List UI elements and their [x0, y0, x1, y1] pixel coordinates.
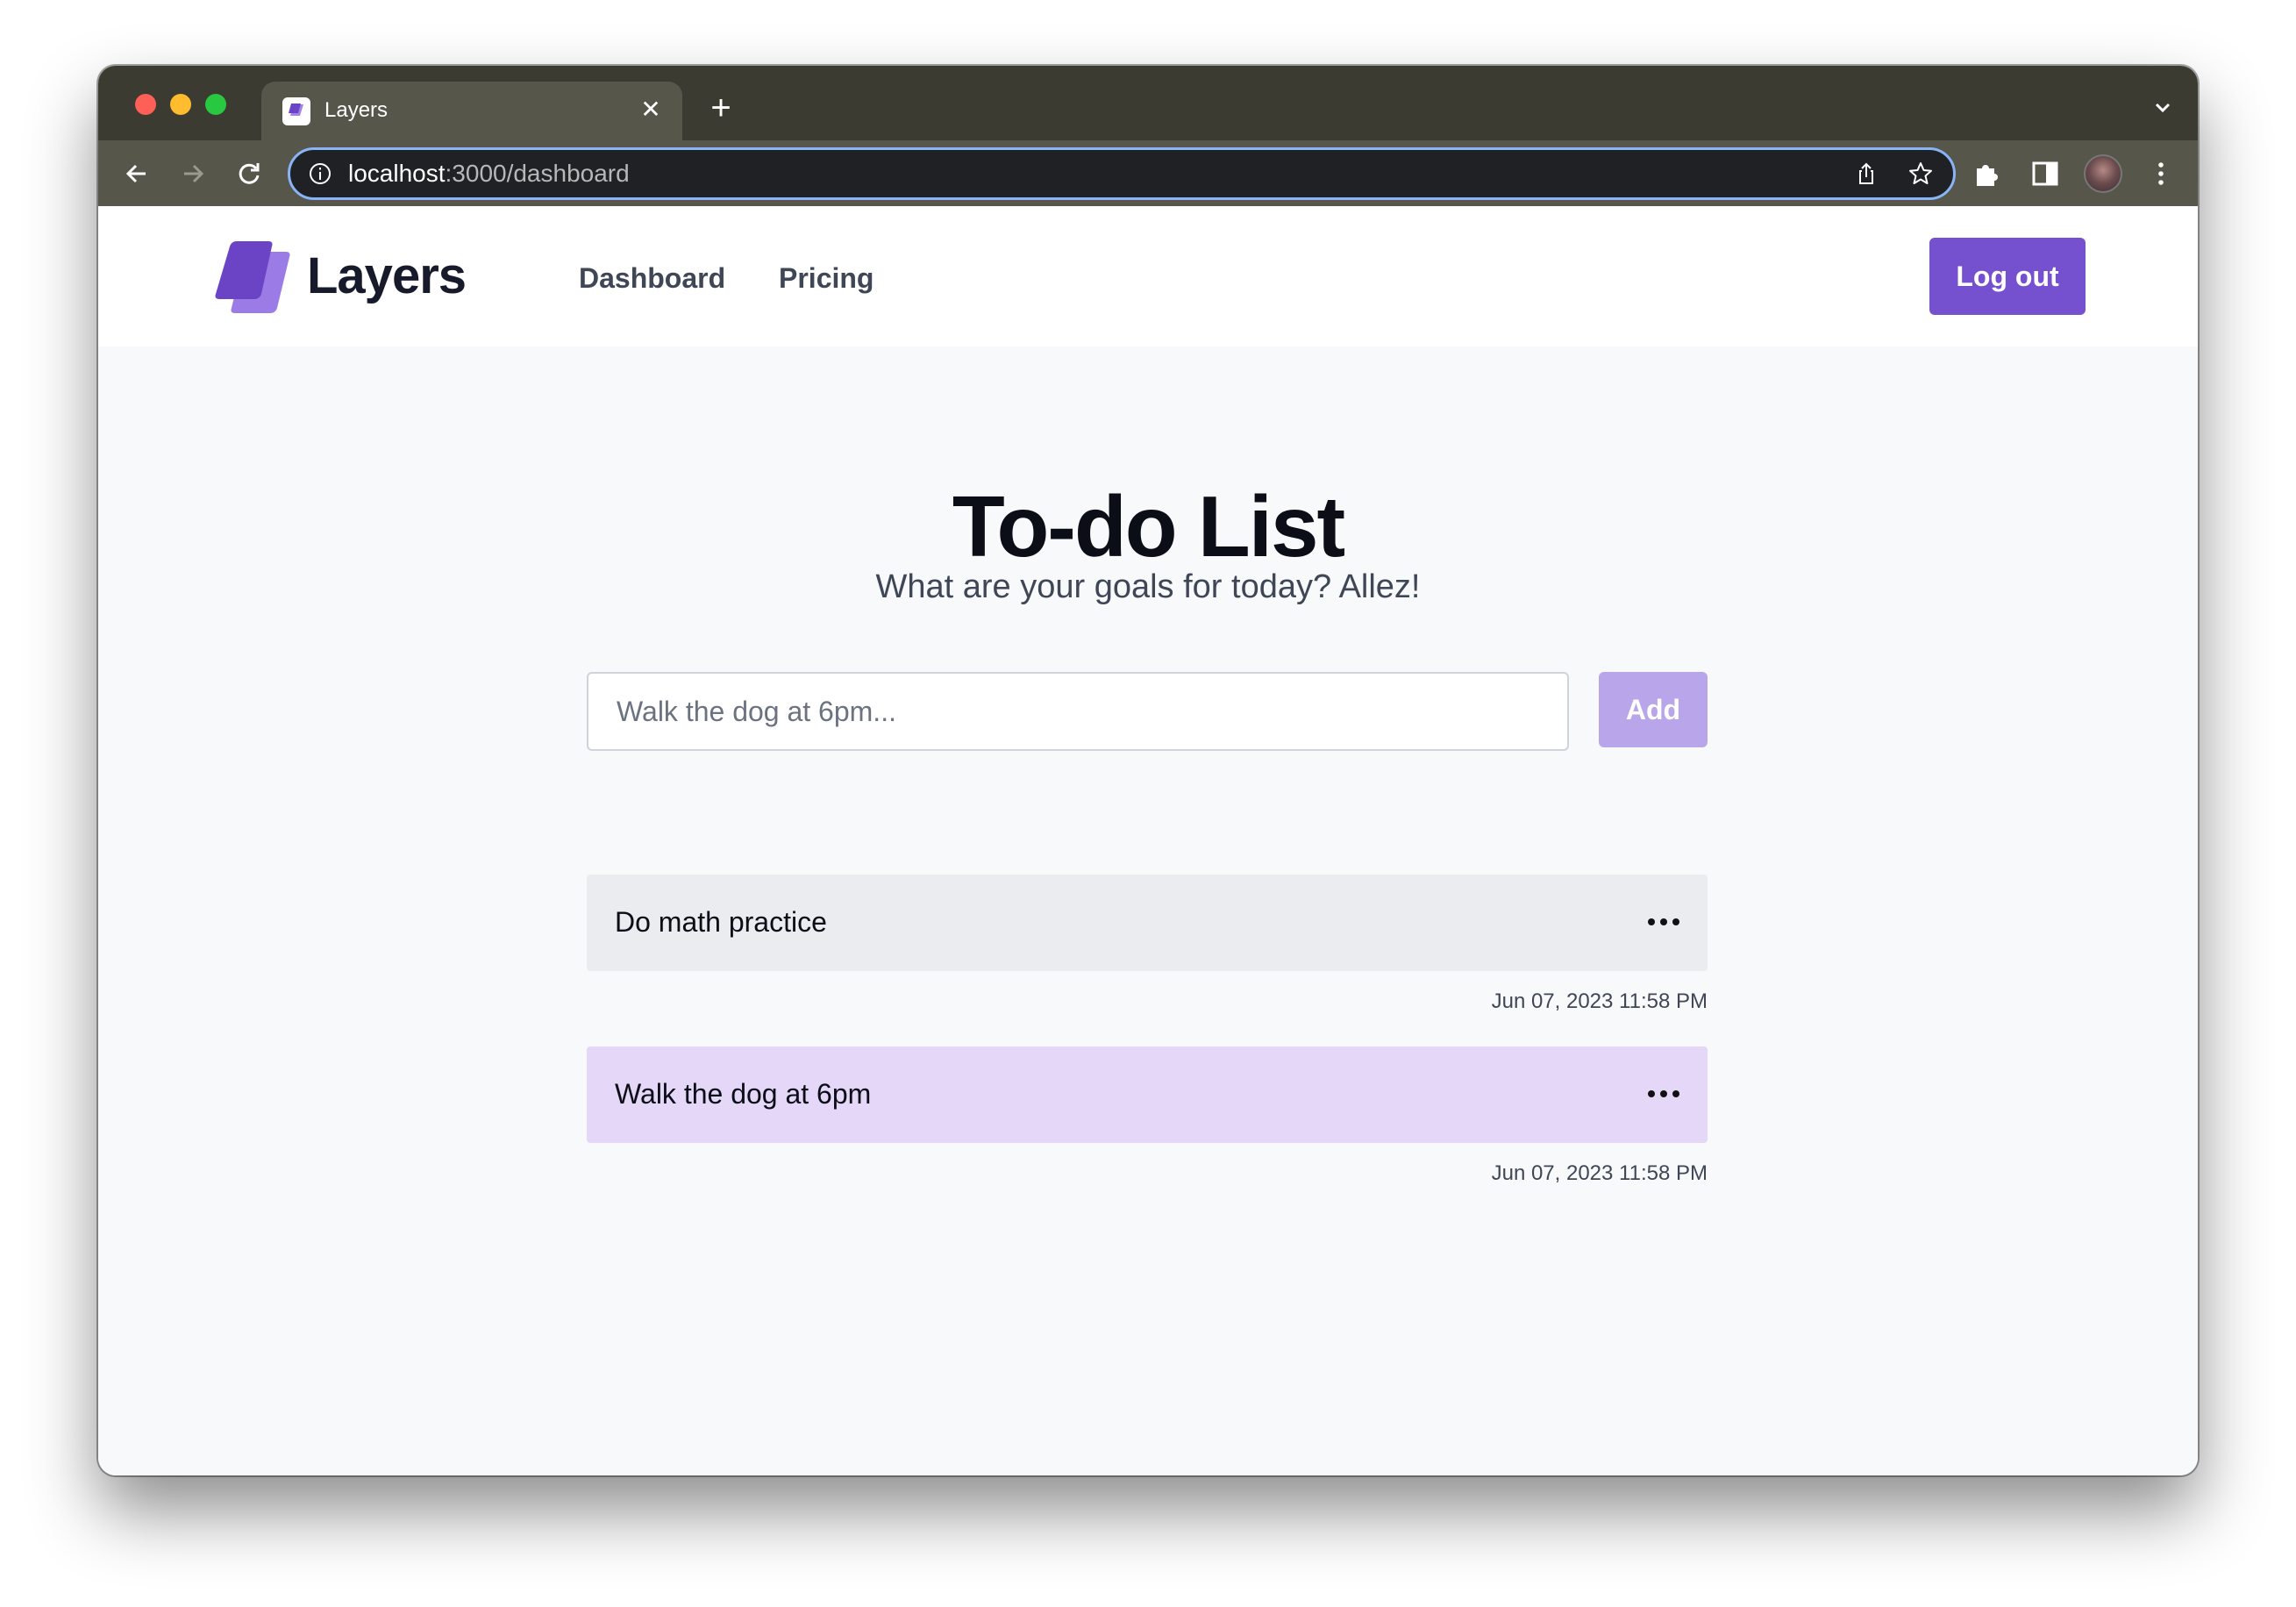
- tab-search-chevron-icon[interactable]: [2150, 96, 2175, 120]
- minimize-window-button[interactable]: [170, 94, 191, 115]
- forward-arrow-icon[interactable]: [175, 156, 210, 191]
- back-arrow-icon[interactable]: [119, 156, 154, 191]
- site-info-icon[interactable]: [308, 161, 332, 186]
- tab-strip: Layers ✕ +: [98, 66, 2198, 140]
- nav-link-pricing[interactable]: Pricing: [779, 261, 873, 296]
- browser-window: Layers ✕ + localhost:3000/dashboard Laye…: [98, 66, 2198, 1475]
- nav-link-dashboard[interactable]: Dashboard: [579, 261, 725, 296]
- browser-toolbar: localhost:3000/dashboard: [98, 140, 2198, 206]
- url-text: localhost:3000/dashboard: [348, 159, 630, 189]
- new-tab-icon[interactable]: +: [703, 90, 738, 125]
- brand-name[interactable]: Layers: [307, 246, 467, 306]
- page-title: To-do List: [952, 478, 1345, 575]
- logout-button[interactable]: Log out: [1929, 238, 2086, 315]
- todo-timestamp: Jun 07, 2023 11:58 PM: [1491, 989, 1708, 1013]
- maximize-window-button[interactable]: [205, 94, 226, 115]
- todo-text: Walk the dog at 6pm: [615, 1078, 872, 1110]
- more-options-icon[interactable]: [1641, 1080, 1686, 1108]
- share-icon[interactable]: [1853, 161, 1879, 187]
- new-todo-input[interactable]: [587, 672, 1569, 751]
- page-subtitle: What are your goals for today? Allez!: [875, 568, 1421, 605]
- site-navbar: Layers Dashboard Pricing Log out: [98, 206, 2198, 346]
- close-window-button[interactable]: [135, 94, 156, 115]
- profile-avatar[interactable]: [2084, 154, 2122, 193]
- add-todo-button[interactable]: Add: [1599, 672, 1708, 747]
- page-content: Layers Dashboard Pricing Log out To-do L…: [98, 206, 2198, 1475]
- layers-logo-icon[interactable]: [210, 238, 291, 318]
- url-path: :3000/dashboard: [445, 160, 630, 187]
- todo-timestamp: Jun 07, 2023 11:58 PM: [1491, 1161, 1708, 1185]
- side-panel-icon[interactable]: [2029, 158, 2061, 189]
- todo-text: Do math practice: [615, 906, 827, 938]
- more-options-icon[interactable]: [1641, 908, 1686, 936]
- url-host: localhost: [348, 160, 446, 187]
- tab-title: Layers: [324, 98, 389, 122]
- reload-icon[interactable]: [232, 156, 267, 191]
- close-tab-icon[interactable]: ✕: [635, 94, 667, 125]
- extensions-puzzle-icon[interactable]: [1972, 158, 2003, 189]
- address-bar[interactable]: localhost:3000/dashboard: [288, 147, 1956, 200]
- layers-favicon-icon: [282, 97, 310, 125]
- bookmark-star-icon[interactable]: [1907, 161, 1934, 187]
- todo-item[interactable]: Do math practice: [587, 875, 1708, 971]
- browser-menu-kebab-icon[interactable]: [2150, 158, 2171, 189]
- browser-tab[interactable]: Layers ✕: [261, 82, 682, 140]
- todo-item[interactable]: Walk the dog at 6pm: [587, 1046, 1708, 1143]
